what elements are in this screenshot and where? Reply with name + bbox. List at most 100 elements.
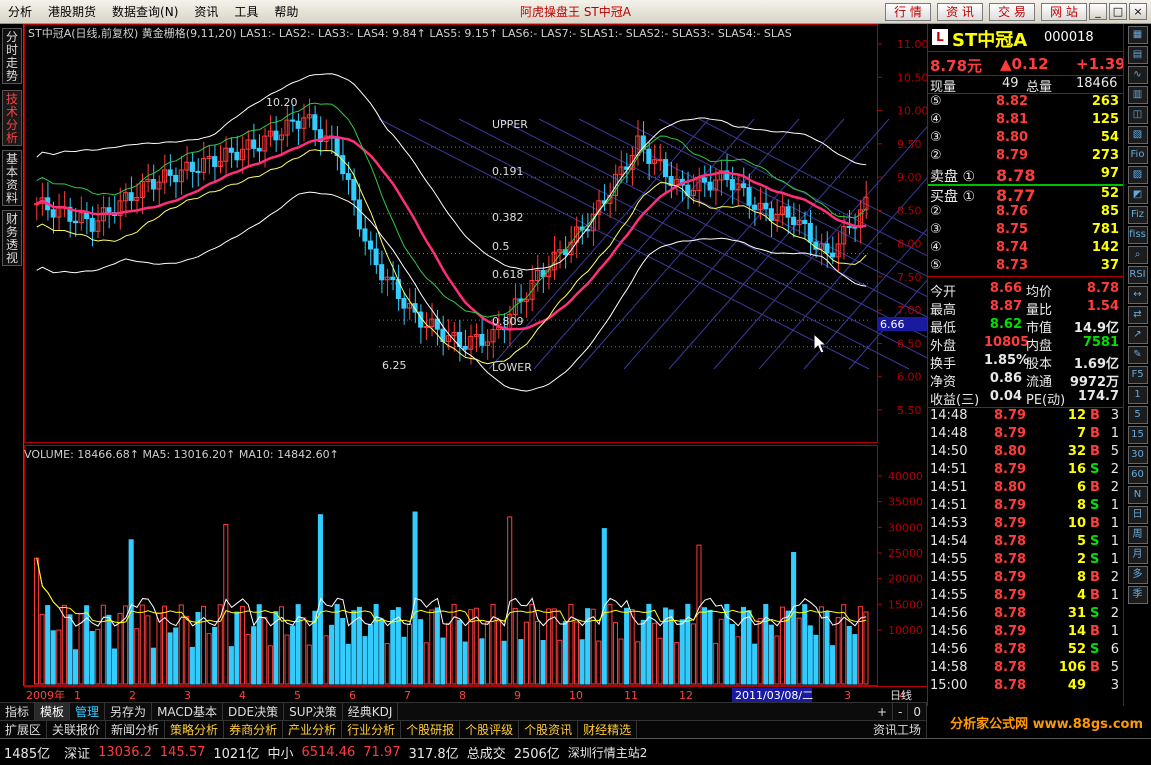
trade-button[interactable]: 交 易 bbox=[989, 3, 1035, 21]
tab-kdj[interactable]: 经典KDJ bbox=[343, 702, 399, 721]
toolbar-icon[interactable]: 季 bbox=[1127, 586, 1148, 604]
toolbar-icon[interactable]: 30 bbox=[1127, 446, 1148, 464]
menu-analysis[interactable]: 分析 bbox=[0, 0, 40, 24]
news-button[interactable]: 资 讯 bbox=[937, 3, 983, 21]
month-tick: 9 bbox=[514, 689, 521, 702]
band-lines bbox=[36, 73, 867, 392]
toolbar-icon[interactable]: 多 bbox=[1127, 566, 1148, 584]
book-level-label: ④ bbox=[930, 112, 942, 127]
tab-broker[interactable]: 券商分析 bbox=[224, 720, 284, 739]
tick-row: 14:56 8.78 52 S 6 bbox=[928, 642, 1123, 660]
minimize-button[interactable]: _ bbox=[1089, 3, 1107, 20]
book-price: 8.76 bbox=[996, 204, 1029, 219]
toolbar-icon[interactable]: 15 bbox=[1127, 426, 1148, 444]
tick-cell: 10 bbox=[1067, 516, 1086, 531]
kline-chart[interactable]: ST中冠A(日线,前复权) 黄金栅格(9,11,20) LAS1:- LAS2:… bbox=[24, 24, 1151, 686]
tab-manage[interactable]: 管理 bbox=[70, 702, 106, 721]
menu-info[interactable]: 资讯 bbox=[186, 0, 226, 24]
tick-cell: 8.79 bbox=[994, 588, 1027, 603]
tab-macd[interactable]: MACD基本 bbox=[152, 702, 224, 721]
tab-fundamentals[interactable]: 基本资料 bbox=[2, 150, 22, 206]
price-tick: 7.50 bbox=[897, 271, 922, 284]
toolbar-icon[interactable]: ▥ bbox=[1127, 86, 1148, 104]
tab-intraday[interactable]: 分时走势 bbox=[2, 28, 22, 84]
tab-sup[interactable]: SUP决策 bbox=[284, 702, 343, 721]
toolbar-icon[interactable]: 周 bbox=[1127, 526, 1148, 544]
book-price: 8.80 bbox=[996, 130, 1029, 145]
book-level-label: 买盘 ① bbox=[930, 189, 976, 205]
toolbar-icon[interactable]: 1 bbox=[1127, 386, 1148, 404]
tab-research[interactable]: 个股研报 bbox=[401, 720, 461, 739]
toolbar-icon[interactable]: ✎ bbox=[1127, 346, 1148, 364]
book-level-label: ② bbox=[930, 204, 942, 219]
toolbar-icon[interactable]: ◩ bbox=[1127, 186, 1148, 204]
sz-change: 145.57 bbox=[159, 744, 206, 760]
tab-save-as[interactable]: 另存为 bbox=[105, 702, 153, 721]
book-qty: 85 bbox=[1100, 204, 1119, 219]
toolbar-icon[interactable]: ⇄ bbox=[1127, 306, 1148, 324]
toolbar-icon[interactable]: 日 bbox=[1127, 506, 1148, 524]
website-button[interactable]: 网 站 bbox=[1041, 3, 1087, 21]
zoom-in-button[interactable]: + bbox=[872, 702, 894, 721]
menu-help[interactable]: 帮助 bbox=[266, 0, 306, 24]
fib-0618: 0.618 bbox=[492, 268, 524, 281]
price-tick: 8.00 bbox=[897, 238, 922, 251]
book-level: ③ 8.80 54 bbox=[928, 130, 1123, 148]
toolbar-icon[interactable]: ▤ bbox=[1127, 46, 1148, 64]
menu-tools[interactable]: 工具 bbox=[226, 0, 266, 24]
menu-hk-futures[interactable]: 港股期货 bbox=[40, 0, 104, 24]
period-mode[interactable]: 日线 bbox=[890, 688, 912, 702]
tab-dde[interactable]: DDE决策 bbox=[223, 702, 285, 721]
toolbar-icon[interactable]: ↗ bbox=[1127, 326, 1148, 344]
toolbar-icon[interactable]: ◫ bbox=[1127, 106, 1148, 124]
stock-code: 000018 bbox=[1044, 30, 1094, 45]
zoom-out-button[interactable]: - bbox=[893, 702, 909, 721]
tab-stock-news[interactable]: 个股资讯 bbox=[519, 720, 579, 739]
quotes-button[interactable]: 行 情 bbox=[885, 3, 931, 21]
maximize-button[interactable]: □ bbox=[1109, 3, 1127, 20]
tick-row: 14:56 8.79 14 B 1 bbox=[928, 624, 1123, 642]
toolbar-icon[interactable]: F5 bbox=[1127, 366, 1148, 384]
tab-financials[interactable]: 财务透视 bbox=[2, 210, 22, 266]
tab-news-analysis[interactable]: 新闻分析 bbox=[106, 720, 166, 739]
toolbar-icon[interactable]: fiss bbox=[1127, 226, 1148, 244]
close-button[interactable]: × bbox=[1129, 3, 1147, 20]
menu-data-query[interactable]: 数据查询(N) bbox=[104, 0, 186, 24]
toolbar-icon[interactable]: RSI bbox=[1127, 266, 1148, 284]
tab-finance-picks[interactable]: 财经精选 bbox=[578, 720, 638, 739]
tick-cell: 8.78 bbox=[994, 534, 1027, 549]
reset-button[interactable]: 0 bbox=[908, 702, 927, 721]
toolbar-icon[interactable]: ▧ bbox=[1127, 126, 1148, 144]
toolbar-icon[interactable]: ▦ bbox=[1127, 26, 1148, 44]
tick-cell: B bbox=[1090, 588, 1100, 603]
tab-industry-chain[interactable]: 产业分析 bbox=[283, 720, 343, 739]
kline-chart-panel[interactable]: ST中冠A(日线,前复权) 黄金栅格(9,11,20) LAS1:- LAS2:… bbox=[24, 24, 1151, 686]
toolbar-icon[interactable]: N bbox=[1127, 486, 1148, 504]
tick-cell: 14:55 bbox=[930, 552, 968, 567]
toolbar-icon[interactable]: ⌕ bbox=[1127, 246, 1148, 264]
tick-cell: 8.78 bbox=[994, 552, 1027, 567]
toolbar-icon[interactable]: ∿ bbox=[1127, 66, 1148, 84]
tab-sector[interactable]: 行业分析 bbox=[342, 720, 402, 739]
tab-indicator[interactable]: 指标 bbox=[0, 702, 36, 721]
toolbar-icon[interactable]: 5 bbox=[1127, 406, 1148, 424]
tick-list[interactable]: 14:48 8.79 12 B 3 14:48 8.79 7 B 1 14:50 8.80 32 B 5 14… bbox=[928, 408, 1123, 696]
toolbar-icon[interactable]: 月 bbox=[1127, 546, 1148, 564]
toolbar-icon[interactable]: Fiz bbox=[1127, 206, 1148, 224]
tick-row: 14:55 8.79 8 B 2 bbox=[928, 570, 1123, 588]
tab-info-workshop[interactable]: 资讯工场 bbox=[868, 720, 927, 739]
tab-technical[interactable]: 技术分析 bbox=[2, 90, 22, 146]
tab-rating[interactable]: 个股评级 bbox=[460, 720, 520, 739]
toolbar-icon[interactable]: ↔ bbox=[1127, 286, 1148, 304]
tab-extension[interactable]: 扩展区 bbox=[0, 720, 48, 739]
book-qty: 52 bbox=[1100, 186, 1119, 201]
tab-related-quotes[interactable]: 关联报价 bbox=[47, 720, 107, 739]
tab-template[interactable]: 模板 bbox=[35, 702, 71, 721]
tab-strategy[interactable]: 策略分析 bbox=[165, 720, 225, 739]
toolbar-icon[interactable]: 60 bbox=[1127, 466, 1148, 484]
stat-label: 最低 bbox=[930, 321, 957, 336]
toolbar-icon[interactable]: Fio bbox=[1127, 146, 1148, 164]
toolbar-icon[interactable]: ▨ bbox=[1127, 166, 1148, 184]
tick-cell: 8.78 bbox=[994, 606, 1027, 621]
price-tick: 6.00 bbox=[897, 371, 922, 384]
